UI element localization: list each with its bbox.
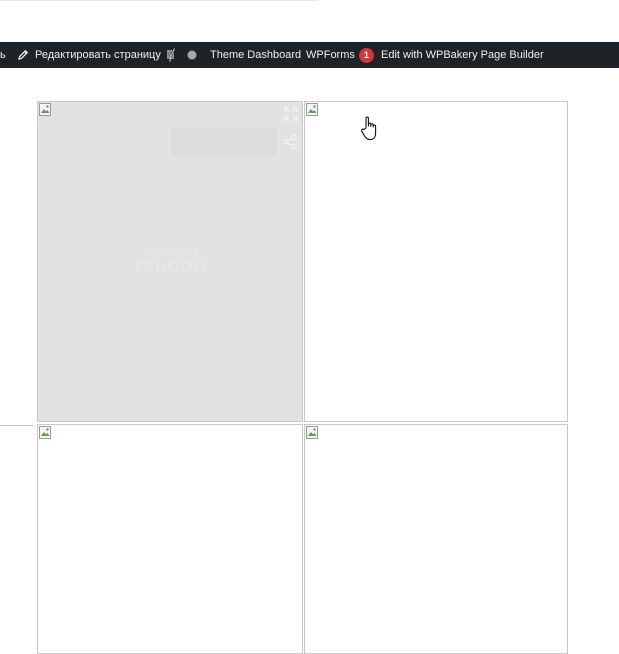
wpforms-count-badge: 1 xyxy=(358,47,374,63)
pencil-icon xyxy=(17,49,29,61)
hand-cursor-icon xyxy=(360,115,382,148)
partial-tile-edge xyxy=(0,425,33,426)
gallery-tile-3[interactable] xyxy=(37,424,303,654)
expand-icon[interactable] xyxy=(284,107,298,126)
wpbakery-label: Edit with WPBakery Page Builder xyxy=(381,49,544,61)
gallery-tile-4[interactable] xyxy=(304,424,568,654)
admin-bar-cut-label: ь xyxy=(0,49,6,61)
wpforms-label: WPForms xyxy=(306,49,355,61)
status-dot-icon xyxy=(187,50,197,60)
watermark-text: TANDOO xyxy=(132,259,208,276)
tile-overlay-bar xyxy=(171,128,277,156)
gallery-tile-2[interactable] xyxy=(304,101,568,422)
gallery-tile-1[interactable]: RECOMMENDS TANDOO xyxy=(37,101,303,422)
theme-dashboard-link[interactable]: Theme Dashboard xyxy=(210,42,301,68)
wpbakery-edit-link[interactable]: Edit with WPBakery Page Builder xyxy=(381,42,544,68)
wpforms-menu[interactable]: WPForms 1 xyxy=(306,42,374,68)
broken-image-icon xyxy=(306,103,320,122)
broken-image-icon xyxy=(39,103,53,122)
edit-page-button[interactable]: Редактировать страницу xyxy=(17,42,161,68)
yoast-seo-menu[interactable] xyxy=(164,42,197,68)
watermark-small-text: RECOMMENDS xyxy=(141,250,199,257)
edit-page-label: Редактировать страницу xyxy=(35,49,161,61)
broken-image-icon xyxy=(306,426,320,445)
page-top-strip xyxy=(0,0,619,42)
theme-dashboard-label: Theme Dashboard xyxy=(210,49,302,61)
top-divider xyxy=(0,0,318,1)
wp-admin-bar: ь Редактировать страницу Theme Dashboard xyxy=(0,42,619,68)
yoast-seo-icon xyxy=(164,47,179,63)
broken-image-icon xyxy=(39,426,53,445)
share-icon[interactable] xyxy=(282,134,298,155)
admin-bar-cut-item[interactable]: ь xyxy=(0,42,6,68)
